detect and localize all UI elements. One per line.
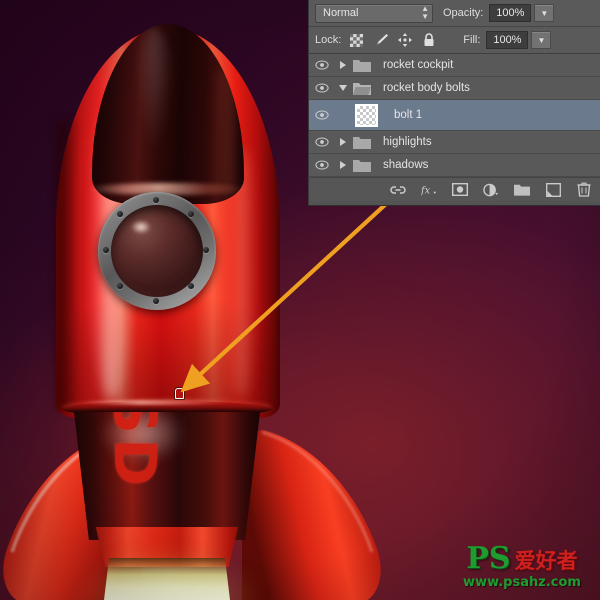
visibility-eye-icon[interactable] bbox=[309, 160, 335, 170]
new-group-icon[interactable] bbox=[514, 182, 530, 198]
porthole-bolt bbox=[188, 283, 194, 289]
layers-panel[interactable]: Normal ▲ ▼ Opacity: 100% ▼ Lock: Fill: 1… bbox=[308, 0, 600, 206]
folder-icon bbox=[353, 58, 371, 72]
lock-row: Lock: Fill: 100% ▼ bbox=[309, 27, 600, 54]
lock-image-pixels-icon[interactable] bbox=[372, 32, 389, 49]
porthole-bolt bbox=[153, 298, 159, 304]
collapse-triangle-icon[interactable] bbox=[335, 85, 351, 91]
blend-mode-value: Normal bbox=[323, 7, 359, 19]
opacity-chevron-down-icon[interactable]: ▼ bbox=[534, 4, 555, 22]
nose-specular-highlight bbox=[134, 27, 175, 154]
visibility-eye-icon[interactable] bbox=[309, 110, 335, 120]
opacity-value[interactable]: 100% bbox=[489, 4, 532, 22]
rocket-body-seam-highlight bbox=[80, 400, 230, 405]
watermark-brand-row: PS 爱好者 bbox=[452, 544, 592, 574]
rocket-porthole bbox=[98, 192, 216, 310]
nose-rim-light bbox=[210, 70, 235, 197]
expand-triangle-icon[interactable] bbox=[335, 161, 351, 169]
blend-opacity-row: Normal ▲ ▼ Opacity: 100% ▼ bbox=[309, 0, 600, 27]
watermark-brand: PS bbox=[466, 541, 511, 576]
porthole-bolt bbox=[117, 211, 123, 217]
visibility-eye-icon[interactable] bbox=[309, 83, 335, 93]
fill-value[interactable]: 100% bbox=[486, 31, 529, 49]
layer-row-rocket-body-bolts[interactable]: rocket body bolts bbox=[309, 77, 600, 100]
layer-name: rocket cockpit bbox=[383, 59, 454, 71]
canvas-stage: PSD Normal ▲ ▼ Opacity: 100% ▼ Lock: Fil… bbox=[0, 0, 600, 600]
layer-thumbnail[interactable] bbox=[355, 103, 378, 127]
porthole-bolt bbox=[117, 283, 123, 289]
adjustment-layer-icon[interactable] bbox=[483, 182, 499, 198]
delete-layer-icon[interactable] bbox=[576, 182, 592, 198]
link-layers-icon[interactable] bbox=[390, 182, 406, 198]
new-layer-icon[interactable] bbox=[545, 182, 561, 198]
layer-row-highlights[interactable]: highlights bbox=[309, 131, 600, 154]
rocket-lower-section: PSD bbox=[74, 412, 260, 540]
visibility-eye-icon[interactable] bbox=[309, 60, 335, 70]
expand-triangle-icon[interactable] bbox=[335, 61, 351, 69]
watermark-brand-cn: 爱好者 bbox=[514, 549, 578, 573]
porthole-bolt bbox=[103, 247, 109, 253]
layer-row-shadows[interactable]: shadows bbox=[309, 154, 600, 177]
rocket-engine-nozzle bbox=[104, 558, 230, 600]
blend-mode-select[interactable]: Normal ▲ ▼ bbox=[315, 3, 433, 23]
layer-row-rocket-cockpit[interactable]: rocket cockpit bbox=[309, 54, 600, 77]
layer-list: rocket cockpit rocket body bolts bolt 1 … bbox=[309, 54, 600, 177]
porthole-bolt bbox=[188, 211, 194, 217]
layers-panel-footer: fx bbox=[309, 177, 600, 201]
lock-all-icon[interactable] bbox=[420, 32, 437, 49]
bolt-placement-cursor bbox=[175, 388, 184, 399]
layer-styles-fx-icon[interactable]: fx bbox=[421, 182, 437, 198]
add-layer-mask-icon[interactable] bbox=[452, 182, 468, 198]
folder-icon bbox=[353, 158, 371, 172]
layer-name: bolt 1 bbox=[394, 109, 423, 121]
porthole-bolt bbox=[153, 197, 159, 203]
site-watermark: PS 爱好者 www.psahz.com bbox=[452, 544, 592, 592]
rocket-psd-label: PSD bbox=[101, 412, 170, 491]
watermark-url: www.psahz.com bbox=[463, 575, 581, 590]
folder-icon bbox=[353, 135, 371, 149]
layer-name: shadows bbox=[383, 159, 429, 171]
folder-open-icon bbox=[353, 81, 371, 95]
lock-label: Lock: bbox=[315, 34, 342, 46]
lock-transparency-icon[interactable] bbox=[348, 32, 365, 49]
fill-chevron-down-icon[interactable]: ▼ bbox=[531, 31, 552, 49]
rocket-body-left-shadow bbox=[56, 120, 78, 410]
opacity-label: Opacity: bbox=[443, 7, 484, 19]
lock-position-icon[interactable] bbox=[396, 32, 413, 49]
visibility-eye-icon[interactable] bbox=[309, 137, 335, 147]
svg-text:fx: fx bbox=[421, 185, 431, 196]
porthole-specular-highlight bbox=[131, 219, 152, 234]
expand-triangle-icon[interactable] bbox=[335, 138, 351, 146]
rocket-fin-right bbox=[240, 430, 390, 600]
layer-name: highlights bbox=[383, 136, 432, 148]
layer-name: rocket body bolts bbox=[383, 82, 470, 94]
stepper-icon[interactable]: ▲ ▼ bbox=[421, 5, 429, 21]
layer-row-bolt-1[interactable]: bolt 1 bbox=[309, 100, 600, 131]
porthole-bolt bbox=[203, 247, 209, 253]
fill-label: Fill: bbox=[463, 34, 481, 46]
